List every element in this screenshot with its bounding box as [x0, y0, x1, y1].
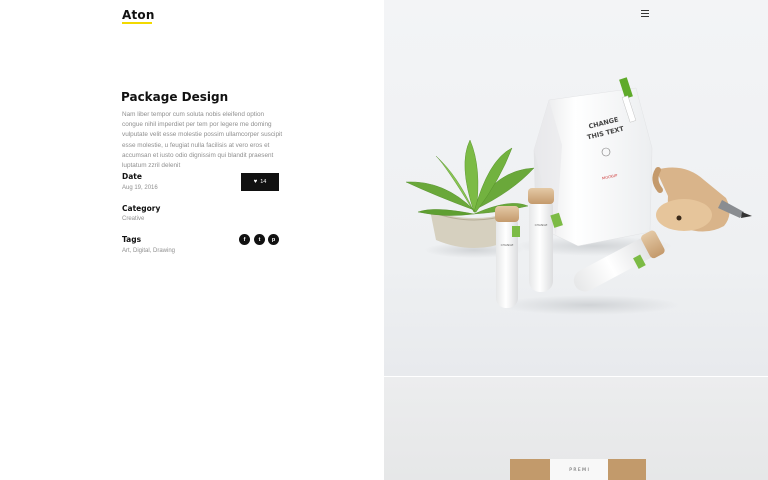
- heart-icon: ♥: [253, 179, 258, 185]
- packaging-mockup-illustration: CHANGE THIS TEXT MOCKUP CHANGE CHANGE: [405, 77, 752, 315]
- twitter-icon[interactable]: t: [254, 234, 265, 245]
- gallery-image-box: P R E M I: [384, 377, 768, 480]
- tags-value: Art, Digital, Drawing: [122, 248, 176, 254]
- logo-underline: [122, 22, 152, 24]
- svg-text:CHANGE: CHANGE: [501, 243, 514, 247]
- kraft-box-illustration: P R E M I: [510, 459, 646, 480]
- category-value: Creative: [122, 216, 145, 222]
- like-button[interactable]: ♥ 14: [241, 173, 279, 191]
- date-label: Date: [122, 172, 142, 181]
- like-count: 14: [260, 179, 267, 185]
- gallery-image-packaging: CHANGE THIS TEXT MOCKUP CHANGE CHANGE: [384, 0, 768, 376]
- facebook-icon[interactable]: f: [239, 234, 250, 245]
- category-label: Category: [122, 204, 161, 213]
- project-details-panel: Aton Package Design Nam liber tempor cum…: [0, 0, 384, 480]
- page-title: Package Design: [121, 90, 229, 104]
- svg-text:P R E M I: P R E M I: [569, 467, 589, 473]
- svg-text:CHANGE: CHANGE: [535, 223, 548, 227]
- date-value: Aug 19, 2016: [122, 185, 158, 191]
- project-description: Nam liber tempor cum soluta nobis eleife…: [122, 111, 283, 170]
- logo[interactable]: Aton: [122, 8, 155, 22]
- project-gallery: CHANGE THIS TEXT MOCKUP CHANGE CHANGE P …: [384, 0, 768, 480]
- tags-label: Tags: [122, 235, 142, 244]
- pinterest-icon[interactable]: p: [268, 234, 279, 245]
